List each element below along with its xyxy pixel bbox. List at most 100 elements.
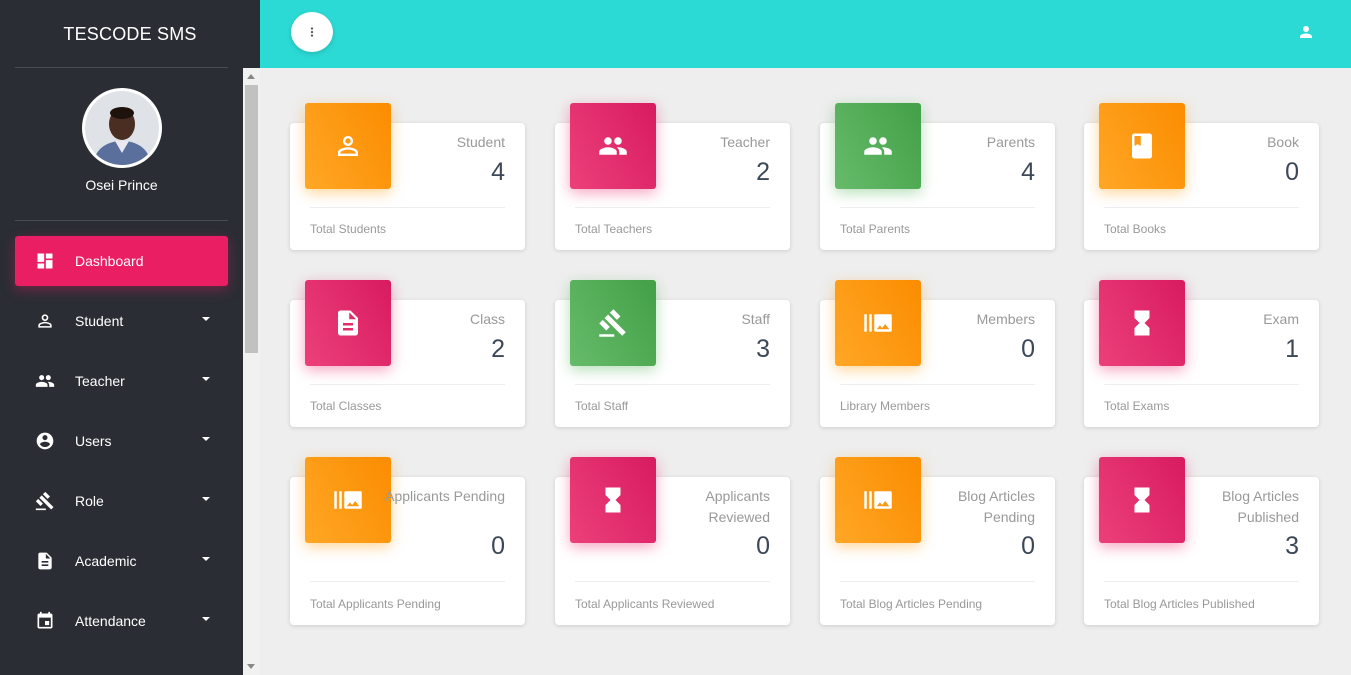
scroll-thumb[interactable] (245, 85, 258, 353)
document-icon (338, 310, 358, 336)
avatar[interactable] (81, 88, 162, 168)
stat-card-class[interactable]: Class 2 Total Classes (290, 280, 525, 427)
book-icon (1132, 133, 1152, 159)
sidebar-item-label: Role (75, 493, 104, 509)
card-icon-box (835, 103, 921, 189)
top-navbar (260, 0, 1351, 68)
sidebar-item-label: Attendance (75, 613, 146, 629)
card-divider (840, 384, 1035, 385)
card-divider (310, 384, 505, 385)
stat-card-parents[interactable]: Parents 4 Total Parents (820, 103, 1055, 250)
stat-card-members[interactable]: Members 0 Library Members (820, 280, 1055, 427)
card-footer: Total Books (1104, 222, 1167, 236)
card-icon-box (570, 103, 656, 189)
brand-title[interactable]: TESCODE SMS (0, 0, 260, 68)
stat-card-blog-articles-published[interactable]: Blog Articles Published 3 Total Blog Artic… (1084, 457, 1319, 625)
card-category: Student (456, 134, 505, 150)
user-profile: Osei Prince (15, 88, 228, 193)
card-icon-box (1099, 280, 1185, 366)
photo-library-icon (334, 491, 362, 509)
stat-card-applicants-pending[interactable]: Applicants Pending 0 Total Applicants Pend… (290, 457, 525, 625)
card-category: Book (1267, 134, 1299, 150)
caret-down-icon (202, 497, 210, 501)
card-divider (575, 384, 770, 385)
card-category: Blog Articles Published (1221, 488, 1299, 525)
card-value: 2 (756, 158, 770, 186)
card-footer: Total Staff (575, 399, 629, 413)
card-icon-box (570, 457, 656, 543)
stat-card-exam[interactable]: Exam 1 Total Exams (1084, 280, 1319, 427)
sidebar-item-role[interactable]: Role (15, 476, 228, 526)
dashboard-icon (35, 251, 55, 271)
card-value: 1 (1285, 335, 1299, 363)
card-footer: Total Exams (1104, 399, 1170, 413)
sidebar-item-dashboard[interactable]: Dashboard (15, 236, 228, 286)
sidebar-item-attendance[interactable]: Attendance (15, 596, 228, 646)
sidebar-item-label: Users (75, 433, 112, 449)
card-category: Parents (986, 134, 1035, 150)
card-value: 2 (491, 335, 505, 363)
sidebar-item-teacher[interactable]: Teacher (15, 356, 228, 406)
stat-card-teacher[interactable]: Teacher 2 Total Teachers (555, 103, 790, 250)
sidebar-divider (15, 67, 228, 68)
card-divider (840, 207, 1035, 208)
card-category: Teacher (720, 134, 770, 150)
card-icon-box (305, 457, 391, 543)
card-category: Class (469, 311, 505, 327)
sidebar-item-users[interactable]: Users (15, 416, 228, 466)
card-icon-box (570, 280, 656, 366)
card-footer: Total Blog Articles Pending (840, 597, 983, 611)
sidebar-nav: Dashboard Student Teacher Users Role Aca… (15, 236, 228, 656)
stat-card-staff[interactable]: Staff 3 Total Staff (555, 280, 790, 427)
sidebar-item-label: Dashboard (75, 253, 144, 269)
card-value: 0 (1021, 335, 1035, 363)
card-value: 3 (1285, 532, 1299, 560)
sidebar-scrollbar[interactable] (243, 68, 260, 675)
menu-toggle-button[interactable] (291, 12, 333, 52)
card-divider (310, 207, 505, 208)
hourglass-icon (1134, 310, 1150, 336)
card-divider (575, 207, 770, 208)
caret-down-icon (202, 317, 210, 321)
card-divider (575, 581, 770, 582)
sidebar-item-label: Teacher (75, 373, 125, 389)
person-icon (338, 136, 358, 156)
sidebar-item-student[interactable]: Student (15, 296, 228, 346)
photo-library-icon (864, 491, 892, 509)
user-account-icon[interactable] (1297, 23, 1315, 41)
card-value: 0 (1285, 158, 1299, 186)
stat-card-applicants-reviewed[interactable]: Applicants Reviewed 0 Total Applicants Rev… (555, 457, 790, 625)
card-icon-box (1099, 103, 1185, 189)
card-divider (1104, 384, 1299, 385)
card-footer: Total Applicants Reviewed (575, 597, 715, 611)
scroll-up-arrow-icon[interactable] (247, 74, 255, 79)
people-icon (35, 371, 55, 391)
card-icon-box (305, 103, 391, 189)
card-category: Blog Articles Pending (957, 488, 1035, 525)
card-value: 3 (756, 335, 770, 363)
profile-name[interactable]: Osei Prince (15, 177, 228, 193)
avatar-image (84, 91, 159, 165)
gavel-icon (599, 309, 626, 337)
card-category: Members (976, 311, 1035, 327)
stat-card-student[interactable]: Student 4 Total Students (290, 103, 525, 250)
card-divider (310, 581, 505, 582)
sidebar-item-label: Academic (75, 553, 137, 569)
card-divider (1104, 581, 1299, 582)
people-icon (864, 137, 892, 155)
account-circle-icon (35, 431, 55, 451)
card-value: 4 (491, 158, 505, 186)
card-footer: Library Members (840, 399, 931, 413)
caret-down-icon (202, 437, 210, 441)
card-category: Exam (1263, 311, 1299, 327)
gavel-icon (35, 491, 55, 511)
stat-card-book[interactable]: Book 0 Total Books (1084, 103, 1319, 250)
card-value: 0 (1021, 532, 1035, 560)
card-category: Applicants Reviewed (705, 488, 770, 525)
sidebar-divider (15, 220, 228, 221)
more-vert-icon (310, 27, 314, 37)
caret-down-icon (202, 617, 210, 621)
sidebar-item-academic[interactable]: Academic (15, 536, 228, 586)
stat-card-blog-articles-pending[interactable]: Blog Articles Pending 0 Total Blog Article… (820, 457, 1055, 625)
scroll-down-arrow-icon[interactable] (247, 664, 255, 669)
